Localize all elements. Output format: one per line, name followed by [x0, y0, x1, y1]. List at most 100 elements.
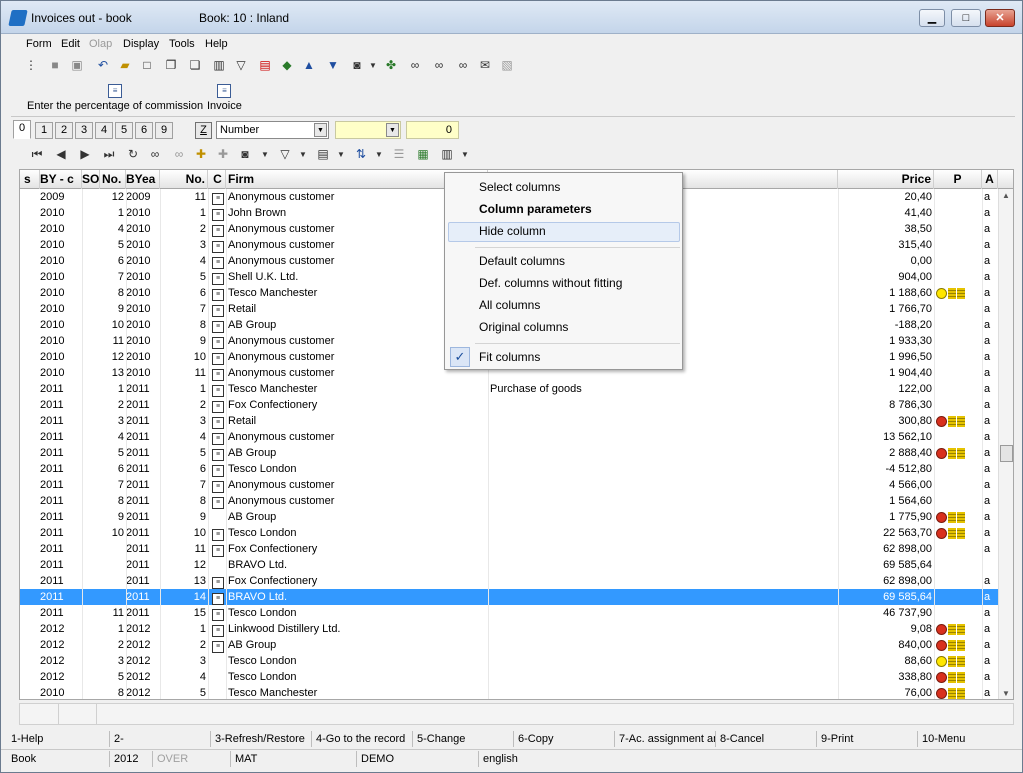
col-so[interactable]: SO: [82, 170, 100, 189]
fkey-menu[interactable]: 10-Menu: [918, 731, 1018, 747]
col-p[interactable]: P: [934, 170, 982, 189]
scroll-down-icon[interactable]: ▼: [1002, 689, 1010, 698]
open-icon[interactable]: ▰: [117, 57, 133, 73]
scroll-up-icon[interactable]: ▲: [1002, 191, 1010, 200]
fkey-change[interactable]: 5-Change: [413, 731, 514, 747]
table-row[interactable]: 2011 5 2011 5 AB Group 2 888,40 a ≡: [20, 445, 998, 461]
menu-fit-columns[interactable]: Fit columns: [479, 350, 540, 364]
z-button[interactable]: Z: [195, 122, 212, 139]
refresh-icon[interactable]: ↻: [125, 146, 141, 162]
col-no[interactable]: No.: [102, 170, 126, 189]
sort-icon[interactable]: ⇅: [353, 146, 369, 162]
filter-icon[interactable]: ▽: [233, 57, 249, 73]
menu-select-columns[interactable]: Select columns: [479, 180, 560, 194]
table-row[interactable]: 2011 2011 12 BRAVO Ltd. 69 585,64: [20, 557, 998, 573]
table-row[interactable]: 2010 8 2012 5 Tesco Manchester 76,00 a: [20, 685, 998, 699]
binoculars-next-icon[interactable]: ∞: [431, 57, 447, 73]
tab-9[interactable]: 9: [155, 122, 173, 139]
filter-value-combo[interactable]: ▼: [335, 121, 401, 139]
paste-icon[interactable]: ❏: [187, 57, 203, 73]
binoculars-icon[interactable]: ∞: [147, 146, 163, 162]
chevron-down-icon[interactable]: ▼: [375, 150, 383, 159]
menu-original-columns[interactable]: Original columns: [479, 320, 568, 334]
table-row[interactable]: 2011 8 2011 8 Anonymous customer 1 564,60 a ≡: [20, 493, 998, 509]
enter-commission-button[interactable]: ≡ Enter the percentage of commission: [27, 84, 203, 112]
tab-0[interactable]: 0: [13, 120, 31, 139]
delete-icon[interactable]: ▤: [257, 57, 273, 73]
table-row[interactable]: 2011 4 2011 4 Anonymous customer 13 562,10 a ≡: [20, 429, 998, 445]
table-row[interactable]: 2011 2011 13 Fox Confectionery 62 898,00 a ≡: [20, 573, 998, 589]
new-icon[interactable]: □: [139, 57, 155, 73]
menu-form[interactable]: Form: [26, 38, 52, 50]
chevron-down-icon[interactable]: ▼: [386, 123, 399, 137]
chevron-down-icon[interactable]: ▼: [369, 61, 377, 70]
fkey-assignment[interactable]: 7-Ac. assignment and: [615, 731, 716, 747]
vertical-scrollbar[interactable]: ▲ ▼: [998, 189, 1013, 699]
first-record-icon[interactable]: ⏮: [29, 146, 45, 162]
table-row[interactable]: 2011 6 2011 6 Tesco London -4 512,80 a ≡: [20, 461, 998, 477]
table-row[interactable]: 2012 3 2012 3 Tesco London 88,60 a: [20, 653, 998, 669]
fkey-refresh[interactable]: 3-Refresh/Restore: [211, 731, 312, 747]
menu-default-columns[interactable]: Default columns: [479, 254, 565, 268]
chevron-down-icon[interactable]: ▼: [299, 150, 307, 159]
col-by[interactable]: BY - c: [40, 170, 82, 189]
col-s[interactable]: s: [24, 170, 40, 189]
tab-5[interactable]: 5: [115, 122, 133, 139]
chevron-down-icon[interactable]: ▼: [261, 150, 269, 159]
menu-hide-column[interactable]: Hide column: [479, 224, 546, 238]
tab-3[interactable]: 3: [75, 122, 93, 139]
arrow-up-icon[interactable]: ▲: [301, 57, 317, 73]
stack-icon[interactable]: ◆: [279, 57, 295, 73]
table-row[interactable]: 2011 3 2011 3 Retail 300,80 a ≡: [20, 413, 998, 429]
col-c[interactable]: C: [210, 170, 226, 189]
col-price[interactable]: Price: [838, 170, 934, 189]
table-row[interactable]: 2011 10 2011 10 Tesco London 22 563,70 a ≡: [20, 525, 998, 541]
table-row[interactable]: 2011 2011 11 Fox Confectionery 62 898,00 a ≡: [20, 541, 998, 557]
next-record-icon[interactable]: ▶: [77, 146, 93, 162]
menu-all-columns[interactable]: All columns: [479, 298, 540, 312]
camera-icon[interactable]: ◙: [237, 146, 253, 162]
mail-icon[interactable]: ✉: [477, 57, 493, 73]
minimize-button[interactable]: ▁: [919, 9, 945, 27]
prev-record-icon[interactable]: ◀: [53, 146, 69, 162]
fkey-copy[interactable]: 6-Copy: [514, 731, 615, 747]
copy-icon[interactable]: ❐: [163, 57, 179, 73]
tab-2[interactable]: 2: [55, 122, 73, 139]
sort-field-select[interactable]: Number ▼: [216, 121, 329, 139]
table-row[interactable]: 2011 2011 14 BRAVO Ltd. 69 585,64 a ≡: [20, 589, 998, 605]
menu-tools[interactable]: Tools: [169, 38, 195, 50]
filter-icon[interactable]: ▽: [277, 146, 293, 162]
fkey-goto[interactable]: 4-Go to the record: [312, 731, 413, 747]
tab-4[interactable]: 4: [95, 122, 113, 139]
columns-icon[interactable]: ▥: [439, 146, 455, 162]
fkey-print[interactable]: 9-Print: [817, 731, 918, 747]
menu-column-parameters[interactable]: Column parameters: [479, 202, 592, 216]
book-icon[interactable]: ▥: [211, 57, 227, 73]
edit-columns-icon[interactable]: ▤: [315, 146, 331, 162]
menu-display[interactable]: Display: [123, 38, 159, 50]
undo-icon[interactable]: ↶: [95, 57, 111, 73]
binoculars-green-icon[interactable]: ✤: [383, 57, 399, 73]
menu-edit[interactable]: Edit: [61, 38, 80, 50]
fkey-2[interactable]: 2-: [110, 731, 211, 747]
col-no2[interactable]: No.: [160, 170, 208, 189]
tab-1[interactable]: 1: [35, 122, 53, 139]
menu-help[interactable]: Help: [205, 38, 228, 50]
table-row[interactable]: 2011 2 2011 2 Fox Confectionery 8 786,30 a ≡: [20, 397, 998, 413]
title-bar[interactable]: Invoices out - book Book: 10 : Inland ▁ …: [1, 1, 1022, 34]
table-row[interactable]: 2012 1 2012 1 Linkwood Distillery Ltd. 9,08 a ≡: [20, 621, 998, 637]
add-record-icon[interactable]: ✚: [193, 146, 209, 162]
scroll-thumb[interactable]: [1000, 445, 1013, 462]
table-row[interactable]: 2012 2 2012 2 AB Group 840,00 a ≡: [20, 637, 998, 653]
table-row[interactable]: 2012 5 2012 4 Tesco London 338,80 a: [20, 669, 998, 685]
close-button[interactable]: ✕: [985, 9, 1015, 27]
chevron-down-icon[interactable]: ▼: [337, 150, 345, 159]
search-number-input[interactable]: 0: [406, 121, 459, 139]
last-record-icon[interactable]: ⏭: [101, 146, 117, 162]
table-row[interactable]: 2011 9 2011 9 AB Group 1 775,90 a: [20, 509, 998, 525]
binoculars-prev-icon[interactable]: ∞: [455, 57, 471, 73]
tree-icon[interactable]: ⋮: [23, 57, 39, 73]
fkey-cancel[interactable]: 8-Cancel: [716, 731, 817, 747]
chevron-down-icon[interactable]: ▼: [314, 123, 327, 137]
binoculars-icon[interactable]: ∞: [407, 57, 423, 73]
